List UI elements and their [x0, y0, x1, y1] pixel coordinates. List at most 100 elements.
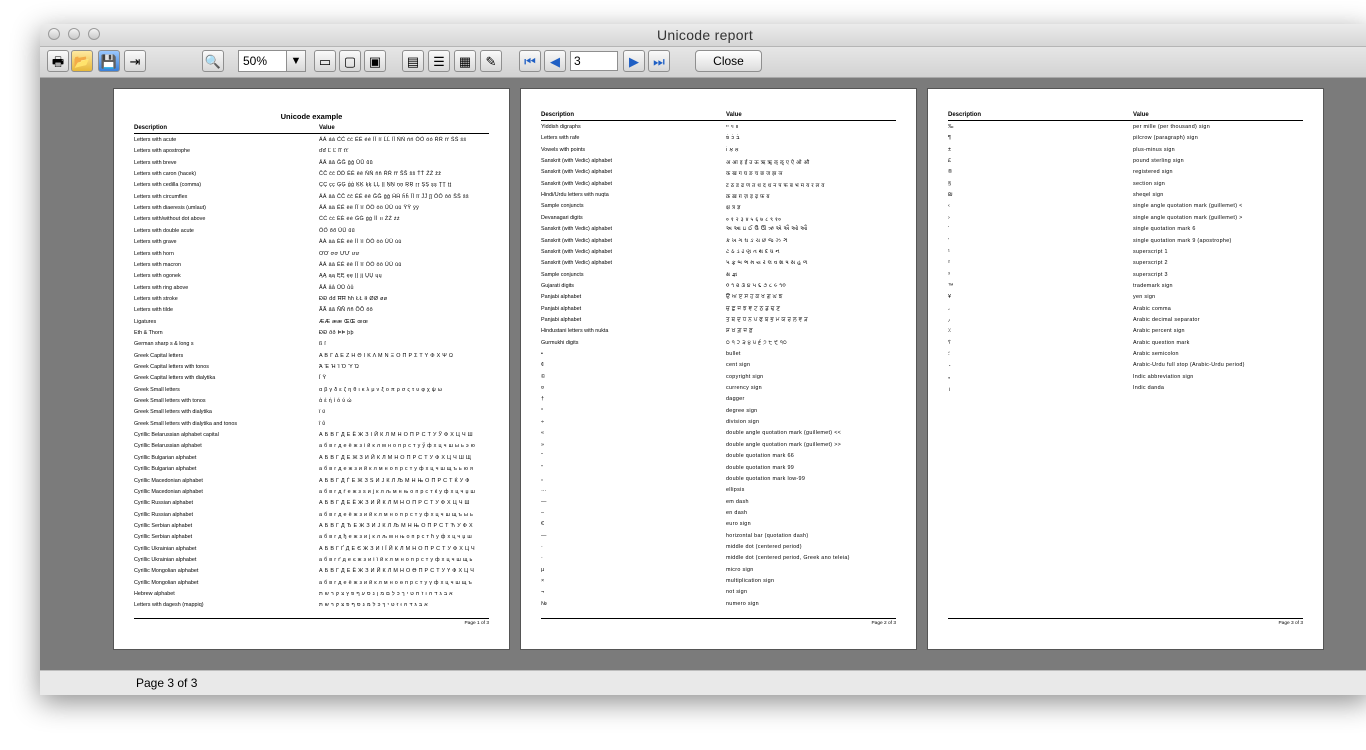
row-value: en dash [726, 509, 748, 516]
row-value: double angle quotation mark (guillemet) … [726, 441, 842, 448]
report-window: Unicode report 🖶 📂 💾 ⇥ 🔍 50% ▼ ▭ ▢ ▣ ▤ ☰… [40, 24, 1366, 695]
row-value: Arabic decimal separator [1133, 316, 1200, 323]
row-value: ĀĀ āā ĒĒ ēē ĪĪ īī ŌŌ ōō ŪŪ ūū [319, 261, 402, 268]
row-value: ĐĐ đđ ĦĦ ħħ ŁŁ łł ØØ øø [319, 295, 388, 302]
row-value: ÃÃ ãã ÑÑ ññ ÕÕ õõ [319, 307, 373, 314]
row-description: Ligatures [134, 318, 157, 325]
row-description: German sharp s & long s [134, 341, 194, 348]
row-description: Hindustani letters with nukta [541, 328, 609, 335]
row-value: ČČ čč ĎĎ ĚĚ ěě ŇŇ ňň ŘŘ řř ŠŠ šš ŤŤ ŽŽ ž… [319, 171, 442, 178]
row-value: Indic abbreviation sign [1133, 373, 1194, 380]
row-value: א ב ג ד ה ו ז ח ט י ך כ ל ם מ ן נ ס ע ף … [319, 591, 453, 597]
row-description: Letters with diaeresis (umlaut) [134, 205, 206, 212]
row-description: Letters with ring above [134, 284, 189, 291]
footer-rule [541, 618, 896, 619]
page-number-input[interactable]: 3 [570, 51, 618, 71]
row-description: Cyrillic Belarussian alphabet capital [134, 432, 219, 439]
row-value: ŐŐ őő ŰŰ űű [319, 227, 355, 234]
save-icon[interactable]: 💾 [98, 50, 120, 72]
row-description: Letters with/without dot above [134, 216, 206, 223]
row-value: registered sign [1133, 169, 1173, 176]
row-description: ، [948, 305, 950, 312]
row-value: А Б В Г Ґ Д Е Є Ж З И І Ї Й К Л М Н О П … [319, 545, 475, 552]
continuous-icon[interactable]: ☰ [428, 50, 450, 72]
row-value: middle dot (centered period, Greek ano t… [726, 555, 850, 562]
row-value: ellipsis [726, 487, 745, 494]
row-description: Cyrillic Bulgarian alphabet [134, 466, 197, 473]
previous-page-icon[interactable]: ◀ [544, 50, 566, 72]
preview-area[interactable]: Unicode example Description Value Letter… [40, 78, 1366, 670]
row-value: А Б В Г Д Ђ Е Ж З И Ј К Л Љ М Н Њ О П Р … [319, 522, 473, 529]
row-description: ¶ [948, 135, 951, 142]
row-value: Ϊ Ϋ [319, 375, 327, 382]
row-value: ट ठ ड ढ ण त थ द ध न प फ ब भ म य र ल व [726, 182, 825, 189]
row-value: а б в г ґ д е є ж з и і ї й к л м н о п … [319, 556, 473, 563]
row-value: а б в г д е ё ж з і й к л м н о п р с т … [319, 443, 476, 450]
row-value: ÂÂ ââ ĈĈ ĉĉ ÊÊ êê ĜĜ ĝĝ ĤĤ ĥĥ ÎÎ îî ĴĴ ĵ… [319, 193, 469, 200]
row-description: Letters with tilde [134, 307, 173, 314]
row-description: ؛ [948, 351, 950, 357]
row-description: § [948, 180, 951, 187]
report-page-3: Description Value ‰ per mille (per thousa… [927, 88, 1324, 650]
row-value: currency sign [726, 385, 762, 392]
row-description: № [541, 600, 547, 607]
row-description: · [541, 555, 543, 562]
page-layout-icon[interactable]: ▤ [402, 50, 424, 72]
row-description: Greek Small letters [134, 386, 180, 393]
fit-page-icon[interactable]: ▭ [314, 50, 336, 72]
row-description: Cyrillic Ukrainian alphabet [134, 556, 197, 563]
report-title: Unicode example [280, 112, 343, 121]
last-page-icon[interactable]: ⏭ [648, 50, 670, 72]
row-description: ± [948, 146, 951, 153]
two-page-icon[interactable]: ▣ [364, 50, 386, 72]
row-value: А Б В Г Д Е Ё Ж З І Й К Л М Н О П Р С Т … [319, 432, 473, 439]
row-description: Sanskrit (with Vedic) alphabet [541, 260, 613, 267]
row-description: Letters with stroke [134, 295, 178, 302]
print-icon[interactable]: 🖶 [47, 50, 69, 72]
row-value: Arabic question mark [1133, 339, 1190, 346]
row-description: Cyrillic Macedonian alphabet [134, 477, 203, 484]
open-folder-icon[interactable]: 📂 [71, 50, 93, 72]
row-value: ĊĊ ċċ ĖĖ ėė ĠĠ ġġ İİ ıı ŻŻ żż [319, 216, 400, 223]
row-description: ‹ [948, 203, 950, 210]
row-value: section sign [1133, 180, 1166, 187]
row-value: middle dot (centered period) [726, 543, 802, 550]
header-rule [541, 120, 896, 121]
row-value: ƠƠ ơơ ƯƯ ưư [319, 250, 360, 257]
row-value: single quotation mark 6 [1133, 226, 1196, 233]
row-value: ďď Ľ Ľ ľľ ťť [319, 148, 349, 155]
row-description: Letters with horn [134, 250, 174, 257]
row-description: “ [541, 453, 543, 460]
column-header-value: Value [319, 125, 335, 131]
row-value: ० १ २ ३ ४ ५ ६ ७ ८ ९ १० [726, 216, 782, 223]
single-page-icon[interactable]: ▢ [339, 50, 361, 72]
row-description: ¹ [948, 248, 950, 255]
row-value: α β γ δ ε ζ η θ ι κ λ μ ν ξ ο π ρ σ ς τ … [319, 386, 443, 393]
row-value: ક ખ ગ ઘ ઙ ચ છ જ ઝ ઞ [726, 237, 788, 244]
thumbnail-icon[interactable]: ▦ [454, 50, 476, 72]
header-rule [948, 120, 1303, 121]
row-description: £ [948, 158, 951, 165]
row-value: װ ױ ײ [726, 124, 739, 130]
row-description: ÷ [541, 419, 544, 426]
row-value: ੦ ੧ ੨ ੩ ੪ ੫ ੬ ੭ ੮ ੯ ੧੦ [726, 339, 787, 346]
row-description: Sanskrit (with Vedic) alphabet [541, 169, 613, 176]
row-description: Sanskrit (with Vedic) alphabet [541, 158, 613, 165]
row-description: ² [948, 260, 950, 267]
row-value: ϊ ϋ [319, 409, 326, 416]
row-value: Ά Έ Ή Ί Ό Ύ Ώ [319, 364, 360, 370]
row-description: • [541, 351, 543, 357]
first-page-icon[interactable]: ⏮ [519, 50, 541, 72]
find-icon[interactable]: 🔍 [202, 50, 224, 72]
close-button[interactable]: Close [695, 50, 762, 72]
next-page-icon[interactable]: ▶ [623, 50, 645, 72]
row-value: בֿ כֿ פֿ [726, 135, 740, 142]
row-value: Arabic semicolon [1133, 351, 1179, 357]
chevron-down-icon[interactable]: ▼ [286, 50, 306, 72]
row-description: Vowels with points [541, 146, 586, 153]
row-description: Sample conjuncts [541, 271, 584, 278]
edit-icon[interactable]: ✎ [480, 50, 502, 72]
export-icon[interactable]: ⇥ [124, 50, 146, 72]
row-description: … [541, 487, 547, 494]
row-value: ਸ਼ ਖ਼ ਗ਼ ਜ਼ ਫ਼ [726, 328, 753, 335]
